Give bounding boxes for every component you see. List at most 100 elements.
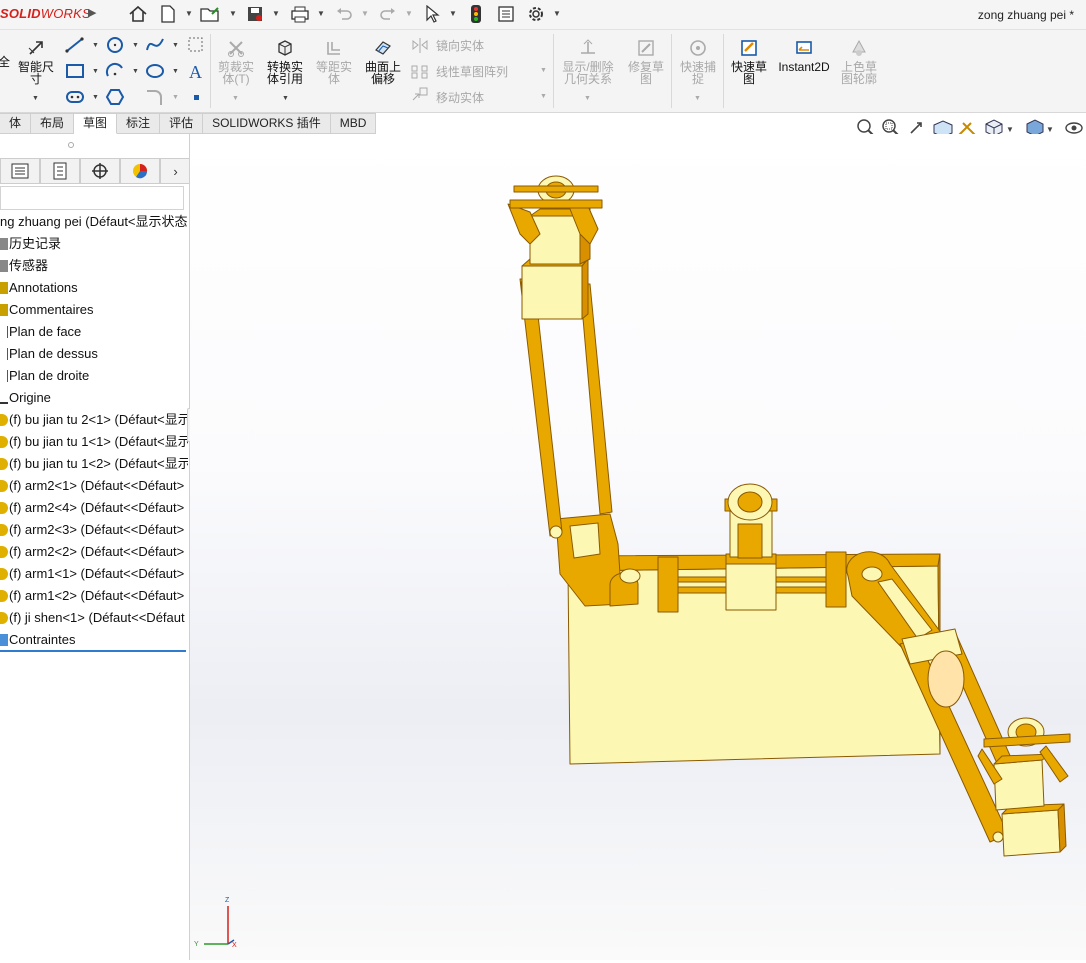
undo-icon[interactable] <box>332 3 356 25</box>
line-icon[interactable] <box>65 36 85 54</box>
tree-item-component[interactable]: (f) arm2<3> (Défaut<<Défaut> <box>0 519 188 541</box>
zoom-to-fit-icon[interactable] <box>857 119 874 136</box>
home-icon[interactable] <box>126 3 150 25</box>
smart-dimension-dropdown-icon[interactable]: ▼ <box>32 95 39 102</box>
slot-dropdown-icon[interactable]: ▼ <box>92 94 99 101</box>
tab-markup[interactable]: 标注 <box>117 113 161 134</box>
tree-item-component[interactable]: (f) bu jian tu 1<1> (Défaut<显示 <box>0 431 188 453</box>
convert-dropdown-icon[interactable]: ▼ <box>282 95 289 102</box>
instant2d-button[interactable]: Instant2D <box>776 38 832 73</box>
ellipse-dropdown-icon[interactable]: ▼ <box>172 68 179 75</box>
point-icon[interactable] <box>186 88 206 106</box>
redo-dropdown-icon[interactable]: ▼ <box>405 9 413 18</box>
tree-item-sensors[interactable]: 传感器 <box>0 255 188 277</box>
new-document-icon[interactable] <box>156 3 180 25</box>
circle-icon[interactable] <box>105 36 125 54</box>
relations-dropdown-icon[interactable]: ▼ <box>584 95 591 102</box>
select-icon[interactable] <box>420 3 444 25</box>
trim-entities-button[interactable]: 剪裁实体(T) <box>214 38 258 85</box>
tree-item-component[interactable]: (f) arm1<2> (Défaut<<Défaut> <box>0 585 188 607</box>
rebuild-icon[interactable] <box>464 3 488 25</box>
fillet-icon[interactable] <box>145 88 165 106</box>
quick-snaps-dropdown-icon[interactable]: ▼ <box>694 95 701 102</box>
options-icon[interactable] <box>524 3 548 25</box>
graphics-area[interactable]: Z Y X <box>190 134 1086 960</box>
spline-dropdown-icon[interactable]: ▼ <box>172 42 179 49</box>
file-properties-icon[interactable] <box>494 3 518 25</box>
mirror-entities-icon[interactable] <box>410 36 430 54</box>
tree-item-component[interactable]: (f) arm2<1> (Défaut<<Défaut> <box>0 475 188 497</box>
arc-dropdown-icon[interactable]: ▼ <box>132 68 139 75</box>
tree-item-component[interactable]: (f) arm2<4> (Défaut<<Défaut> <box>0 497 188 519</box>
open-dropdown-icon[interactable]: ▼ <box>229 9 237 18</box>
panel-tabs-more[interactable]: › <box>160 158 189 184</box>
shaded-sketch-contours-button[interactable]: 上色草图轮廓 <box>836 38 882 85</box>
property-manager-tab[interactable] <box>40 158 80 184</box>
rectangle-dropdown-icon[interactable]: ▼ <box>92 68 99 75</box>
tab-layout[interactable]: 布局 <box>31 113 75 134</box>
options-dropdown-icon[interactable]: ▼ <box>553 9 561 18</box>
hide-show-items-icon[interactable] <box>1065 122 1083 134</box>
tree-item-top-plane[interactable]: Plan de dessus <box>0 343 188 365</box>
select-dropdown-icon[interactable]: ▼ <box>449 9 457 18</box>
move-entities-icon[interactable] <box>410 86 430 104</box>
tab-solidworks-addins[interactable]: SOLIDWORKS 插件 <box>203 113 331 134</box>
line-dropdown-icon[interactable]: ▼ <box>92 42 99 49</box>
save-dropdown-icon[interactable]: ▼ <box>272 9 280 18</box>
print-dropdown-icon[interactable]: ▼ <box>317 9 325 18</box>
circle-dropdown-icon[interactable]: ▼ <box>132 42 139 49</box>
tree-item-component[interactable]: (f) bu jian tu 2<1> (Défaut<显示 <box>0 409 188 431</box>
feature-manager-tab[interactable] <box>0 158 40 184</box>
polygon-icon[interactable] <box>105 88 125 106</box>
tree-item-component[interactable]: (f) bu jian tu 1<2> (Défaut<显示 <box>0 453 188 475</box>
quick-snaps-button[interactable]: 快速捕捉 <box>676 38 720 85</box>
new-dropdown-icon[interactable]: ▼ <box>185 9 193 18</box>
ellipse-icon[interactable] <box>145 62 165 80</box>
move-dropdown-icon[interactable]: ▼ <box>540 93 547 100</box>
tree-item-component[interactable]: (f) ji shen<1> (Défaut<<Défaut <box>0 607 188 629</box>
tab-evaluate[interactable]: 评估 <box>160 113 204 134</box>
slot-icon[interactable] <box>65 88 85 106</box>
redo-icon[interactable] <box>376 3 400 25</box>
display-manager-tab[interactable] <box>120 158 160 184</box>
undo-dropdown-icon[interactable]: ▼ <box>361 9 369 18</box>
move-entities-label[interactable]: 移动实体 <box>436 89 484 106</box>
configuration-manager-tab[interactable] <box>80 158 120 184</box>
tab-features-partial[interactable]: 体 <box>0 113 32 134</box>
arc-icon[interactable] <box>105 62 125 80</box>
text-icon[interactable]: A <box>186 62 206 80</box>
feature-tree-filter[interactable] <box>0 186 184 210</box>
repair-sketch-button[interactable]: 修复草图 <box>624 38 668 85</box>
rectangle-icon[interactable] <box>65 62 85 80</box>
smart-dimension-button[interactable]: 智能尺寸 <box>14 38 58 85</box>
feature-tree-root[interactable]: ng zhuang pei (Défaut<显示状态 <box>0 211 188 233</box>
rapid-sketch-button[interactable]: 快速草图 <box>727 38 771 85</box>
previous-view-icon[interactable] <box>910 122 922 134</box>
smart-dimension-partial-label[interactable]: 全 <box>0 56 10 68</box>
fillet-dropdown-icon[interactable]: ▼ <box>172 94 179 101</box>
tree-item-right-plane[interactable]: Plan de droite <box>0 365 188 387</box>
zoom-to-area-icon[interactable] <box>882 119 899 136</box>
linear-pattern-label[interactable]: 线性草图阵列 <box>436 63 508 80</box>
tree-item-component[interactable]: (f) arm1<1> (Défaut<<Défaut> <box>0 563 188 585</box>
convert-entities-button[interactable]: 转换实体引用 <box>262 38 308 85</box>
spline-icon[interactable] <box>145 36 165 54</box>
linear-pattern-icon[interactable] <box>410 62 430 80</box>
tree-item-front-plane[interactable]: Plan de face <box>0 321 188 343</box>
tree-item-annotations[interactable]: Annotations <box>0 277 188 299</box>
display-delete-relations-button[interactable]: 显示/删除几何关系 <box>558 38 618 85</box>
tree-item-component[interactable]: (f) arm2<2> (Défaut<<Défaut> <box>0 541 188 563</box>
save-icon[interactable] <box>243 3 267 25</box>
panel-grip-icon[interactable] <box>68 142 74 148</box>
mirror-entities-label[interactable]: 镜向实体 <box>436 37 484 54</box>
tree-item-comments[interactable]: Commentaires <box>0 299 188 321</box>
surface-offset-button[interactable]: 曲面上偏移 <box>360 38 406 85</box>
solidworks-logo[interactable]: SOLIDWORKS <box>0 6 91 21</box>
tree-item-origin[interactable]: Origine <box>0 387 188 409</box>
print-icon[interactable] <box>288 3 312 25</box>
open-icon[interactable] <box>199 3 223 25</box>
trim-dropdown-icon[interactable]: ▼ <box>232 95 239 102</box>
tree-item-mates[interactable]: Contraintes <box>0 629 188 651</box>
tab-mbd[interactable]: MBD <box>330 113 377 134</box>
construction-geometry-icon[interactable] <box>186 36 206 54</box>
